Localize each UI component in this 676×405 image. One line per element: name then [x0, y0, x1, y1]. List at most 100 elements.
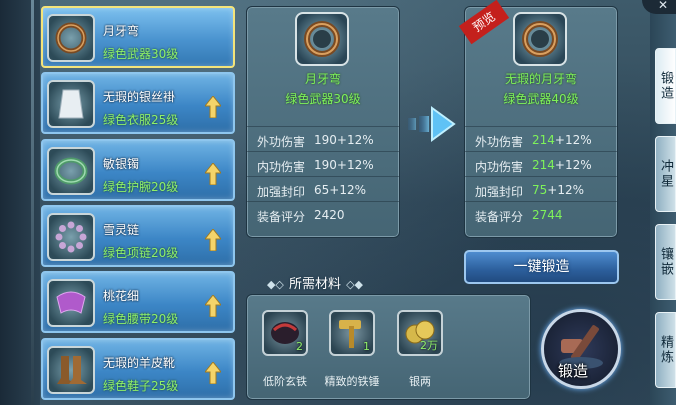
stat-bonus: +12% [336, 158, 374, 172]
stat-label: 内功伤害 [257, 160, 306, 174]
stat-value: 2420 [314, 208, 345, 222]
upgrade-arrow-icon [205, 295, 221, 317]
equipment-grade: 绿色项链20级 [103, 246, 179, 260]
preview-badge: 预览 [458, 0, 510, 45]
preview-item-panel: 预览 无瑕的月牙弯 绿色武器40级 外功伤害 214+12% 内功伤害 214+12%… [458, 0, 618, 238]
belt-icon [56, 291, 86, 314]
stat-base: 75 [532, 183, 548, 197]
stat-row: 外功伤害 214+12% [465, 126, 617, 151]
tab-1[interactable]: 锻造 [655, 48, 676, 124]
material-slot[interactable]: 2 [262, 310, 308, 356]
materials-title: 所需材料 [288, 277, 341, 292]
equipment-name: 敏银镯 [103, 157, 140, 171]
equipment-name: 无瑕的银丝褂 [103, 90, 176, 104]
stat-value: 190+12% [314, 133, 374, 147]
stat-row: 内功伤害 214+12% [465, 151, 617, 176]
equipment-grade: 绿色腰带20级 [103, 312, 179, 326]
close-icon: ✕ [658, 0, 669, 12]
equipment-item[interactable]: 敏银镯绿色护腕20级 [41, 139, 235, 201]
materials-panel: 2 低阶玄铁 1 精致的铁锤 2万银两 [246, 294, 531, 400]
upgrade-arrow-icon [205, 96, 221, 118]
material-name: 银两 [409, 375, 431, 388]
stat-base: 65 [314, 183, 330, 197]
stat-label: 装备评分 [475, 210, 524, 224]
stat-value: 75+12% [532, 183, 584, 197]
equipment-slot [47, 279, 95, 327]
stat-bonus: +12% [554, 158, 592, 172]
material-slot[interactable]: 2万 [397, 310, 443, 356]
crescent-weapon-icon [304, 21, 340, 57]
one-click-forge-button[interactable]: 一键锻造 [464, 250, 619, 284]
equipment-slot [47, 346, 95, 394]
equipment-slot [47, 147, 95, 195]
forge-button[interactable]: 锻造 [541, 309, 621, 389]
equipment-grade: 绿色鞋子25级 [103, 379, 179, 393]
material-name: 低阶玄铁 [263, 375, 307, 388]
equipment-slot [47, 14, 95, 62]
stat-value: 2744 [532, 208, 563, 222]
material-count: 2 [296, 340, 303, 353]
stat-value: 190+12% [314, 158, 374, 172]
equipment-grade: 绿色衣服25级 [103, 113, 179, 127]
stat-base: 214 [532, 158, 555, 172]
crescent-weapon-icon [522, 21, 558, 57]
equipment-item[interactable]: 无瑕的羊皮靴 绿色鞋子25级 [41, 338, 235, 400]
equipment-name: 桃花细 [103, 289, 140, 303]
stat-row: 外功伤害 190+12% [247, 126, 399, 151]
material-slot[interactable]: 1 [329, 310, 375, 356]
stat-bonus: +12% [329, 183, 367, 197]
equipment-item[interactable]: 桃花细绿色腰带20级 [41, 271, 235, 333]
stat-base: 190 [314, 158, 337, 172]
current-item-panel: 月牙弯 绿色武器30级 外功伤害 190+12% 内功伤害 190+12% 加强封印 65… [246, 6, 400, 238]
stat-base: 2420 [314, 208, 345, 222]
equipment-item[interactable]: 月牙弯绿色武器30级 [41, 6, 235, 68]
robe-icon [58, 89, 84, 119]
equipment-grade: 绿色武器30级 [103, 47, 179, 61]
equipment-slot [47, 213, 95, 261]
stat-row: 内功伤害 190+12% [247, 151, 399, 176]
stat-row: 装备评分 2744 [465, 201, 617, 226]
stat-row: 装备评分 2420 [247, 201, 399, 226]
stat-bonus: +12% [336, 133, 374, 147]
equipment-item[interactable]: 雪灵链绿色项链20级 [41, 205, 235, 267]
tab-3[interactable]: 镶嵌 [655, 224, 676, 300]
stat-bonus: +12% [554, 133, 592, 147]
current-item-grade: 绿色武器30级 [285, 92, 361, 106]
stat-label: 装备评分 [257, 210, 306, 224]
stat-label: 内功伤害 [475, 160, 524, 174]
bracelet-icon [54, 157, 88, 185]
equipment-grade: 绿色护腕20级 [103, 180, 179, 194]
stat-label: 加强封印 [257, 185, 306, 199]
material-name: 精致的铁锤 [324, 375, 380, 388]
materials-header: ◆◇ 所需材料 ◇◆ [266, 277, 364, 292]
preview-item-name: 无瑕的月牙弯 [504, 72, 577, 86]
current-item-name: 月牙弯 [304, 72, 341, 86]
necklace-icon [55, 221, 87, 253]
equipment-name: 雪灵链 [103, 223, 140, 237]
equipment-name: 无瑕的羊皮靴 [103, 356, 176, 370]
stat-row: 加强封印 65+12% [247, 176, 399, 201]
current-item-slot[interactable] [295, 12, 349, 66]
upgrade-arrow-icon [408, 106, 456, 142]
stat-label: 外功伤害 [257, 135, 306, 149]
forge-label: 锻造 [558, 362, 589, 380]
preview-item-grade: 绿色武器40级 [503, 92, 579, 106]
left-frame [0, 0, 40, 405]
material-count: 2万 [420, 339, 438, 352]
equipment-item[interactable]: 无瑕的银丝褂 绿色衣服25级 [41, 72, 235, 134]
equipment-name: 月牙弯 [103, 24, 140, 38]
stat-base: 190 [314, 133, 337, 147]
upgrade-arrow-icon [205, 229, 221, 251]
tab-2[interactable]: 冲星 [655, 136, 676, 212]
crescent-weapon-icon [55, 22, 87, 54]
boots-icon [57, 356, 87, 384]
preview-item-slot[interactable] [513, 12, 567, 66]
stat-value: 214+12% [532, 133, 592, 147]
stat-label: 外功伤害 [475, 135, 524, 149]
stat-base: 214 [532, 133, 555, 147]
stat-value: 65+12% [314, 183, 366, 197]
stat-base: 2744 [532, 208, 563, 222]
upgrade-arrow-icon [205, 362, 221, 384]
stat-row: 加强封印 75+12% [465, 176, 617, 201]
tab-4[interactable]: 精炼 [655, 312, 676, 388]
